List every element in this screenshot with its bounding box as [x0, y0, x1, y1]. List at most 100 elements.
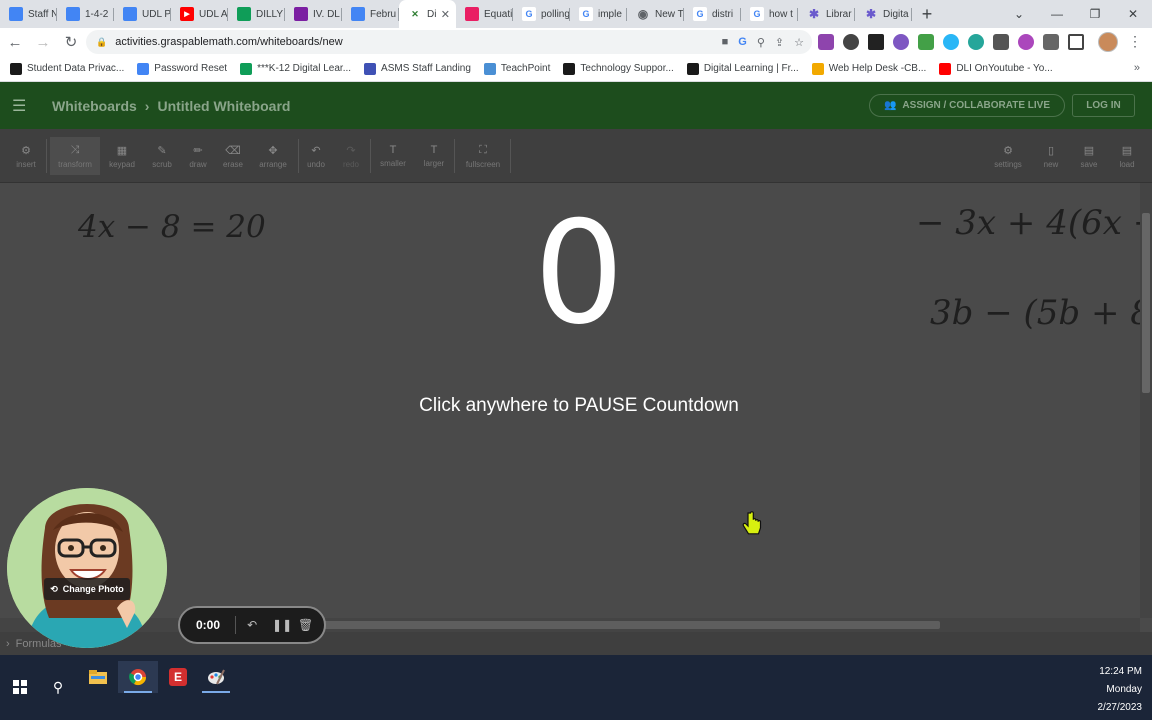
bookmark-item[interactable]: ASMS Staff Landing: [364, 62, 471, 75]
extension-icon[interactable]: [818, 34, 834, 50]
breadcrumb-whiteboards[interactable]: Whiteboards: [52, 98, 137, 114]
rocket-icon[interactable]: [993, 34, 1009, 50]
more-bookmarks-icon[interactable]: »: [1134, 62, 1140, 74]
profile-avatar[interactable]: [1098, 32, 1118, 52]
browser-tab[interactable]: IV. DL: [285, 0, 342, 28]
assign-collaborate-button[interactable]: 👥 ASSIGN / COLLABORATE LIVE: [869, 94, 1065, 117]
bookmark-star-icon[interactable]: ☆: [794, 36, 804, 49]
browser-tab[interactable]: Gimple: [570, 0, 627, 28]
kebab-menu-icon[interactable]: ⋮: [1128, 33, 1142, 50]
clock-day: Monday: [1106, 684, 1142, 695]
camera-icon[interactable]: ■: [722, 36, 729, 49]
tool-settings-button[interactable]: ⚙ settings: [986, 137, 1030, 175]
browser-tab[interactable]: ◉ New T: [627, 0, 684, 28]
browser-tab[interactable]: UDL P: [114, 0, 171, 28]
app-e-icon[interactable]: E: [158, 661, 198, 693]
tool-draw-button[interactable]: ✏ draw: [182, 137, 214, 175]
bookmark-item[interactable]: ***K-12 Digital Lear...: [240, 62, 351, 75]
file-explorer-icon[interactable]: [78, 661, 118, 693]
zoom-icon[interactable]: ⚲: [757, 36, 765, 49]
browser-tab[interactable]: ▶ UDL A: [171, 0, 228, 28]
trash-icon[interactable]: 🗑: [298, 618, 313, 632]
bookmark-item[interactable]: TeachPoint: [483, 62, 550, 75]
tool-transform-button[interactable]: ⤨ transform: [50, 137, 100, 175]
browser-tab[interactable]: Equati: [456, 0, 513, 28]
new-tab-button[interactable]: +: [912, 0, 942, 28]
tab-search-icon[interactable]: ⌄: [1000, 0, 1038, 28]
tool-keypad-button[interactable]: ▦ keypad: [102, 137, 142, 175]
close-window-icon[interactable]: ✕: [1114, 0, 1152, 28]
pause-icon[interactable]: ❚❚: [272, 618, 292, 632]
extension-icon[interactable]: [893, 34, 909, 50]
browser-tab[interactable]: ✱ Digita: [855, 0, 912, 28]
app-header: ☰ Whiteboards › Untitled Whiteboard 👥 AS…: [0, 82, 1152, 129]
chrome-taskbar-icon[interactable]: [118, 661, 158, 693]
tool-undo-button[interactable]: ↶ undo: [300, 137, 332, 175]
tool-erase-button[interactable]: ⌫ erase: [216, 137, 250, 175]
toolbar-divider: [46, 139, 47, 173]
whiteboard-title[interactable]: Untitled Whiteboard: [157, 98, 290, 114]
browser-tab[interactable]: ✕ Di ✕: [399, 0, 456, 28]
tab-label: Di: [427, 8, 437, 20]
extensions-area: [818, 34, 1084, 50]
system-clock[interactable]: 12:24 PM Monday 2/27/2023: [1098, 663, 1143, 717]
search-icon[interactable]: ⚲: [38, 671, 78, 703]
tool-fullscreen-button[interactable]: ⛶ fullscreen: [456, 137, 510, 175]
bookmark-label: Digital Learning | Fr...: [703, 63, 799, 74]
bookmark-item[interactable]: Web Help Desk -CB...: [811, 62, 926, 75]
whiteboard-canvas[interactable]: 4x − 8 = 20 − 3x + 4(6x − 8 3b − (5b + 8…: [0, 183, 1140, 618]
tool-scrub-button[interactable]: ✎ scrub: [144, 137, 180, 175]
bookmark-item[interactable]: Digital Learning | Fr...: [686, 62, 799, 75]
change-photo-button[interactable]: ⟲ Change Photo: [44, 578, 130, 600]
back-button[interactable]: ←: [2, 29, 28, 55]
tool-insert-button[interactable]: ⚙ insert: [8, 137, 44, 175]
forward-button[interactable]: →: [30, 29, 56, 55]
close-tab-icon[interactable]: ✕: [441, 8, 450, 21]
browser-tab[interactable]: Gdistri: [684, 0, 741, 28]
minimize-icon[interactable]: —: [1038, 0, 1076, 28]
google-lens-icon[interactable]: G: [738, 36, 747, 49]
address-bar[interactable]: 🔒 activities.graspablemath.com/whiteboar…: [86, 30, 812, 54]
restore-icon[interactable]: ❐: [1076, 0, 1114, 28]
extension-icon[interactable]: [868, 34, 884, 50]
horizontal-scrollbar[interactable]: [0, 618, 1140, 632]
login-button[interactable]: LOG IN: [1072, 94, 1135, 117]
vertical-scrollbar[interactable]: [1140, 183, 1152, 618]
restart-icon[interactable]: ↶: [246, 618, 258, 632]
extension-icon[interactable]: [843, 34, 859, 50]
browser-tab[interactable]: ✱ Librar: [798, 0, 855, 28]
browser-tab[interactable]: DILLY: [228, 0, 285, 28]
tool-load-button[interactable]: ▤ load: [1112, 137, 1142, 175]
tool-smaller-button[interactable]: Tsmaller: [372, 137, 414, 175]
side-panel-icon[interactable]: [1068, 34, 1084, 50]
countdown-number[interactable]: 0: [0, 203, 1140, 345]
extension-icon[interactable]: [1018, 34, 1034, 50]
hamburger-menu-icon[interactable]: ☰: [12, 96, 28, 116]
tool-new-button[interactable]: ▯ new: [1036, 137, 1066, 175]
vertical-scrollbar-thumb[interactable]: [1142, 213, 1150, 393]
tool-save-button[interactable]: ▤ save: [1072, 137, 1106, 175]
paint-icon[interactable]: [196, 661, 236, 693]
browser-tab[interactable]: 1-4-2: [57, 0, 114, 28]
tool-arrange-button[interactable]: ✥ arrange: [252, 137, 294, 175]
pause-countdown-message[interactable]: Click anywhere to PAUSE Countdown: [0, 395, 1140, 417]
tool-redo-button[interactable]: ↷ redo: [336, 137, 366, 175]
share-icon[interactable]: ⇪: [775, 36, 784, 49]
bookmark-item[interactable]: Password Reset: [137, 62, 227, 75]
extension-icon[interactable]: [943, 34, 959, 50]
bookmark-item[interactable]: Technology Suppor...: [563, 62, 674, 75]
bookmark-item[interactable]: Student Data Privac...: [10, 62, 124, 75]
tool-larger-button[interactable]: Tlarger: [416, 137, 452, 175]
reload-button[interactable]: ↻: [58, 29, 84, 55]
windows-start-icon[interactable]: [0, 671, 40, 703]
formulas-panel-toggle[interactable]: › Formulas: [0, 632, 1152, 655]
browser-tab[interactable]: Staff N: [0, 0, 57, 28]
browser-tab[interactable]: Gpolling: [513, 0, 570, 28]
puzzle-icon[interactable]: [1043, 34, 1059, 50]
browser-tab[interactable]: Febru: [342, 0, 399, 28]
extension-icon[interactable]: [968, 34, 984, 50]
extension-icon[interactable]: [918, 34, 934, 50]
horizontal-scrollbar-thumb[interactable]: [300, 621, 940, 629]
browser-tab[interactable]: Ghow t: [741, 0, 798, 28]
bookmark-item[interactable]: DLI OnYoutube - Yo...: [939, 62, 1053, 75]
